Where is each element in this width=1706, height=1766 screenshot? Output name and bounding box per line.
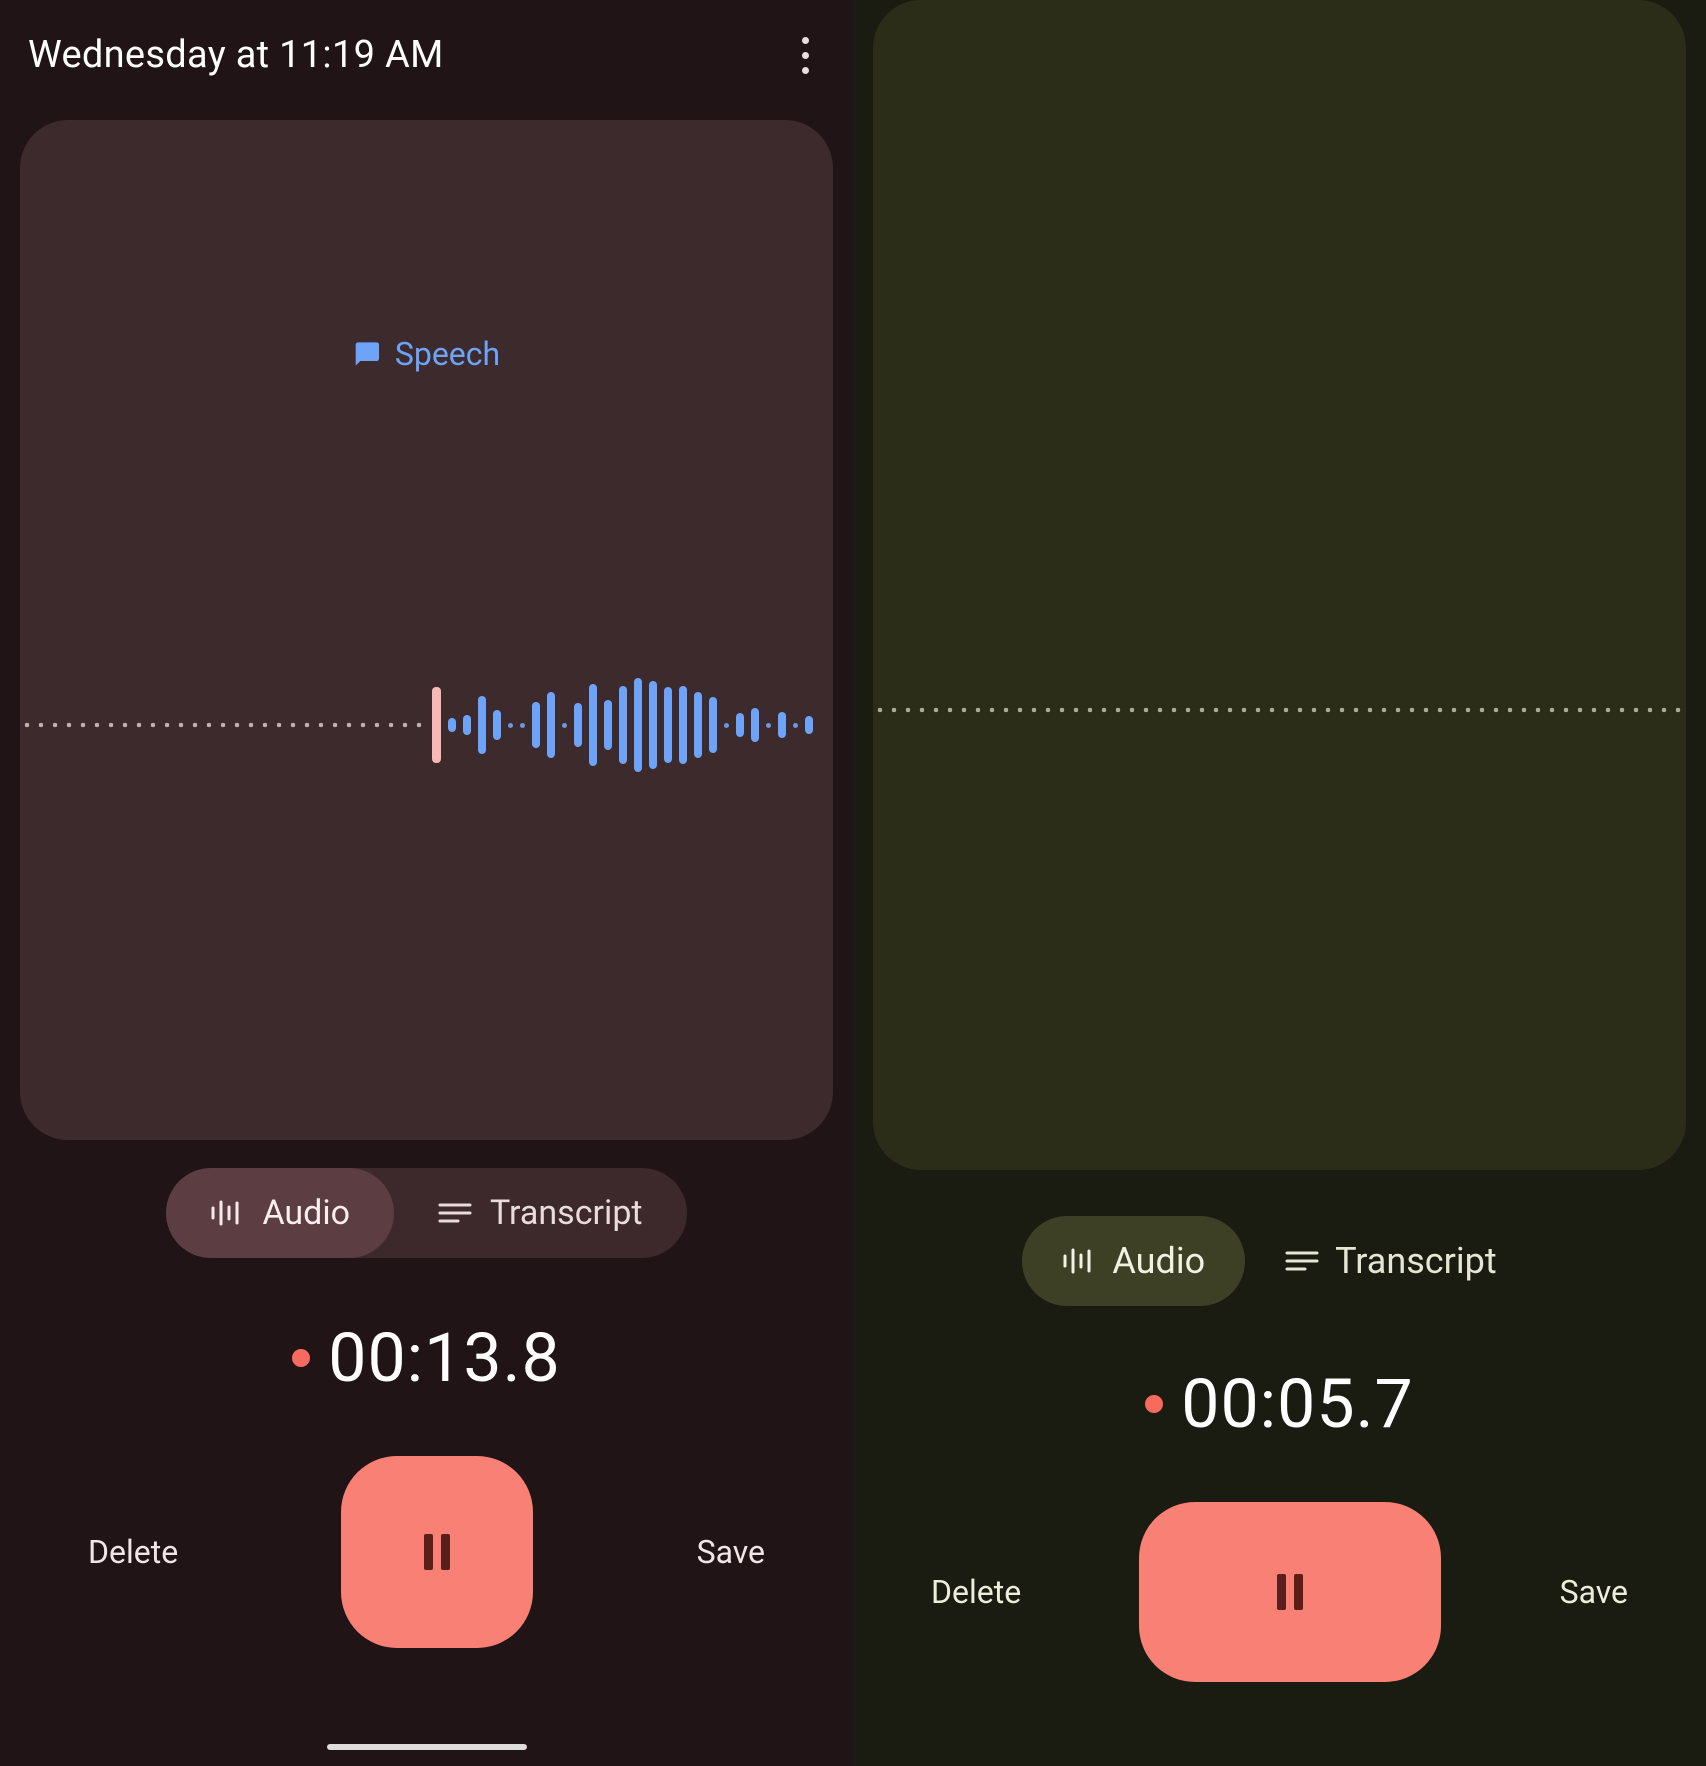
more-vert-icon <box>802 37 809 44</box>
control-row: Delete Save <box>853 1502 1706 1682</box>
waveform-bars <box>426 678 819 772</box>
recording-indicator-icon <box>292 1349 310 1367</box>
tab-audio[interactable]: Audio <box>166 1168 394 1258</box>
save-button[interactable]: Save <box>697 1533 765 1571</box>
pause-button[interactable] <box>1139 1502 1441 1682</box>
waveform-row <box>873 650 1686 770</box>
tab-audio-label: Audio <box>262 1193 350 1233</box>
tab-transcript[interactable]: Transcript <box>394 1168 687 1258</box>
delete-button[interactable]: Delete <box>88 1533 178 1571</box>
waveform-icon <box>1062 1248 1096 1274</box>
gesture-bar <box>327 1744 527 1750</box>
pause-button[interactable] <box>341 1456 533 1648</box>
speech-label: Speech <box>395 335 500 373</box>
transcript-icon <box>438 1202 472 1224</box>
save-button[interactable]: Save <box>1560 1573 1628 1611</box>
waveform-icon <box>210 1200 244 1226</box>
elapsed-time: 00:05.7 <box>1181 1364 1413 1444</box>
tab-audio[interactable]: Audio <box>1022 1216 1245 1306</box>
more-options-button[interactable] <box>790 25 821 86</box>
pause-icon <box>1277 1574 1303 1610</box>
waveform-stage <box>873 0 1686 1170</box>
elapsed-time: 00:13.8 <box>328 1318 560 1398</box>
waveform-stage: Speech <box>20 120 833 1140</box>
recording-indicator-icon <box>1145 1395 1163 1413</box>
tab-audio-label: Audio <box>1112 1240 1205 1282</box>
waveform-inactive-dots <box>20 722 426 728</box>
transcript-icon <box>1285 1250 1319 1272</box>
view-tabs: Audio Transcript <box>0 1168 853 1258</box>
recording-title: Wednesday at 11:19 AM <box>28 33 444 77</box>
tab-transcript-label: Transcript <box>490 1193 643 1233</box>
waveform-row <box>20 665 833 785</box>
delete-button[interactable]: Delete <box>931 1573 1021 1611</box>
control-row: Delete Save <box>0 1456 853 1648</box>
timer-row: 00:05.7 <box>853 1364 1706 1444</box>
timer-row: 00:13.8 <box>0 1318 853 1398</box>
waveform-inactive-dots <box>873 707 1686 713</box>
pause-icon <box>424 1534 450 1570</box>
header: Wednesday at 11:19 AM <box>0 0 853 110</box>
recorder-app-right: Audio Transcript 00:05.7 <box>853 0 1706 1766</box>
view-tabs: Audio Transcript <box>853 1216 1706 1306</box>
speech-bubble-icon <box>353 340 381 368</box>
recorder-app-left: Wednesday at 11:19 AM Speech <box>0 0 853 1766</box>
tab-transcript[interactable]: Transcript <box>1245 1216 1537 1306</box>
tab-transcript-label: Transcript <box>1335 1240 1497 1282</box>
speech-detected-chip: Speech <box>353 335 500 373</box>
